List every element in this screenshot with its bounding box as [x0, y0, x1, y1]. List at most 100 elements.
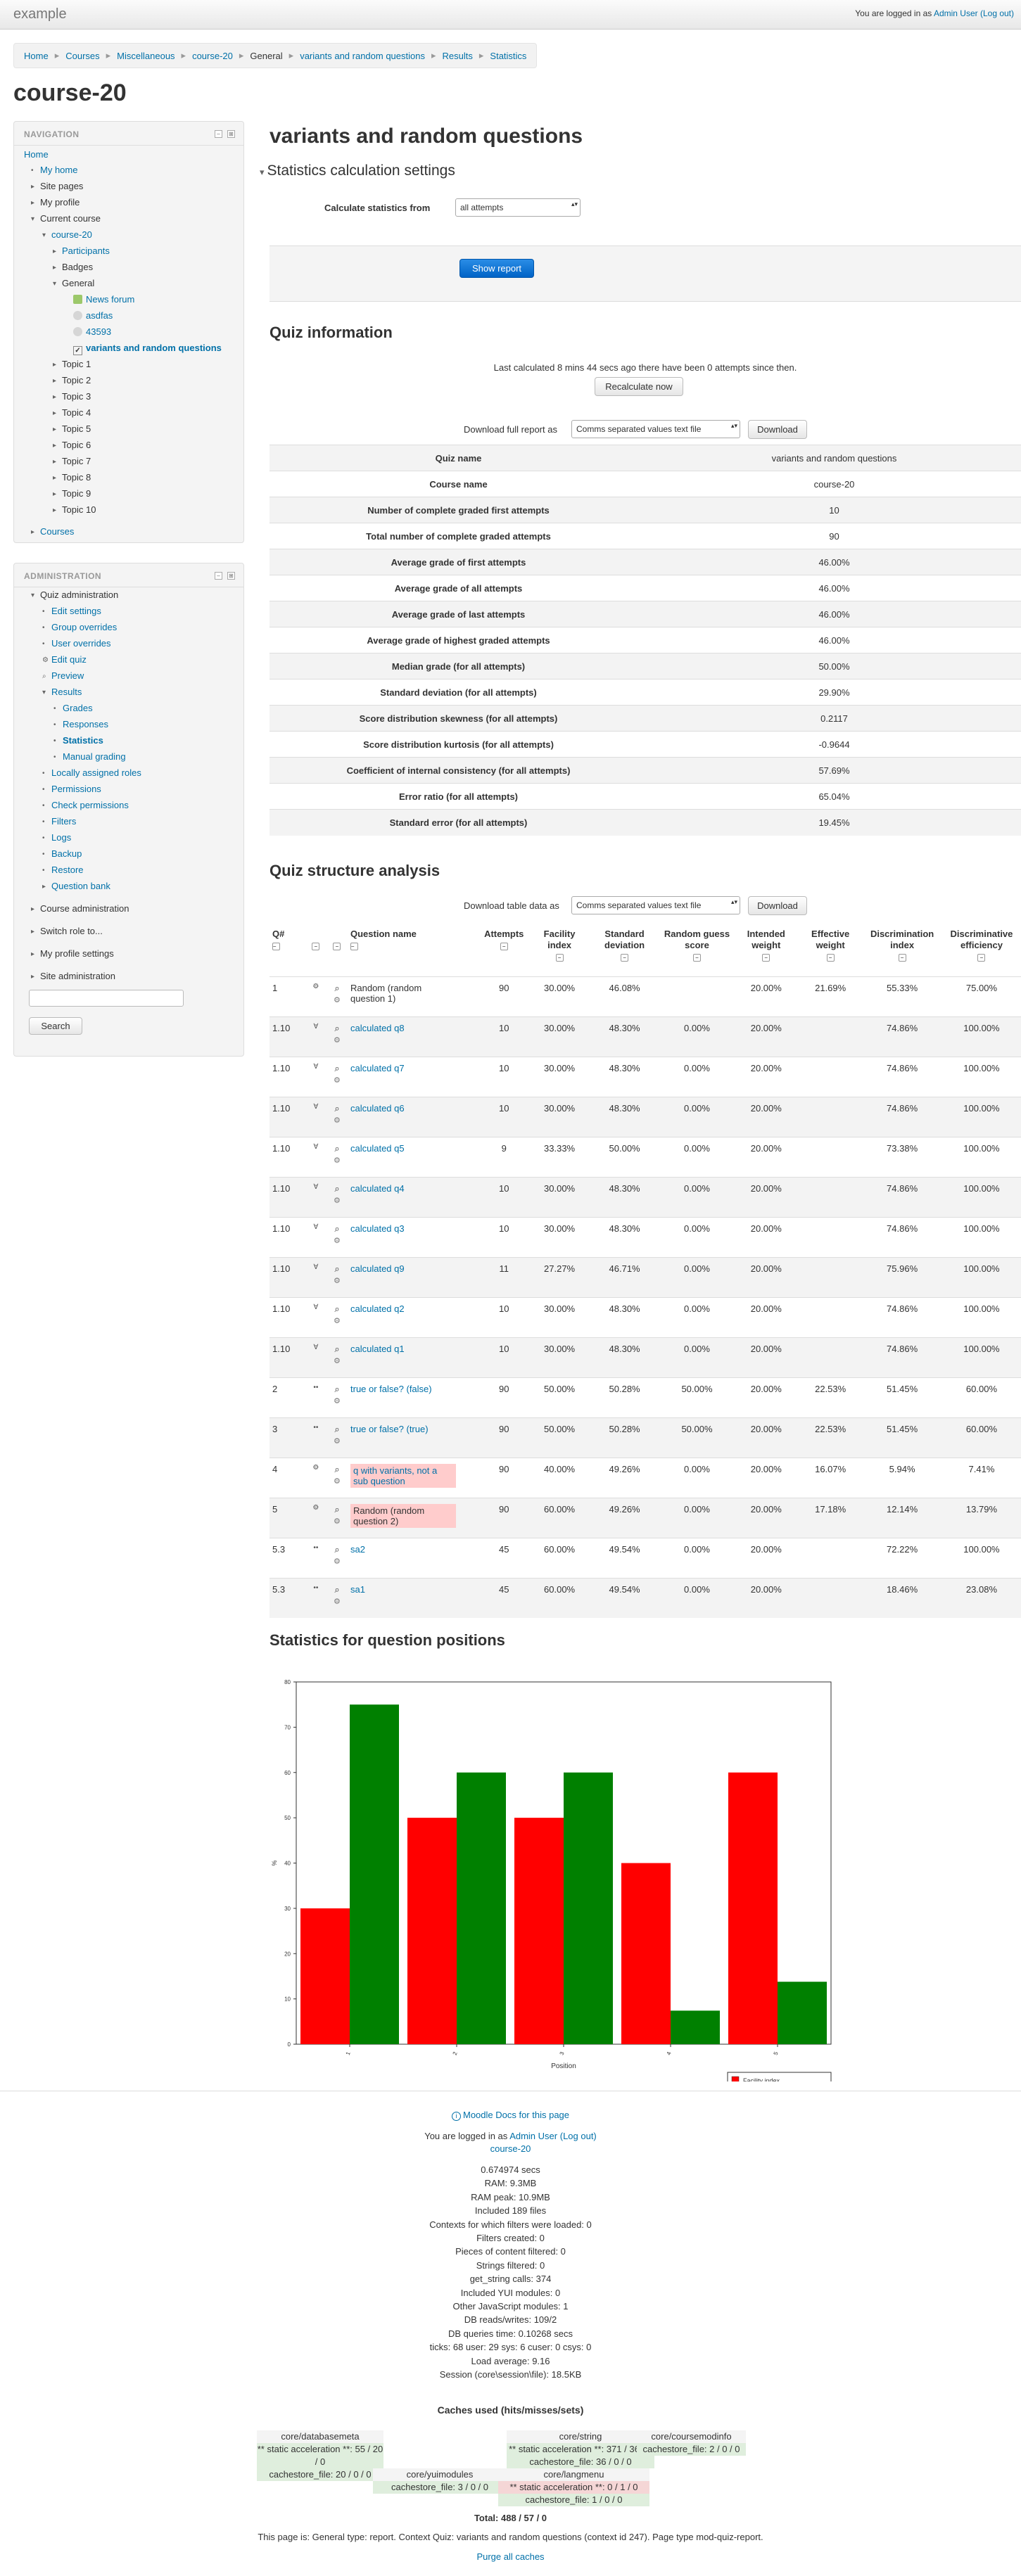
dock-icon[interactable]: –	[215, 572, 222, 580]
nav-topic[interactable]: Topic 6	[62, 440, 91, 450]
admin-switch-role[interactable]: Switch role to...	[40, 926, 103, 936]
question-link[interactable]: true or false? (true)	[350, 1424, 429, 1434]
magnifier-icon[interactable]: ⌕	[334, 1584, 339, 1595]
collapse-icon[interactable]: –	[898, 954, 906, 962]
nav-topic[interactable]: Topic 3	[62, 391, 91, 402]
collapse-icon[interactable]: –	[826, 954, 835, 962]
nav-topic[interactable]: Topic 5	[62, 423, 91, 434]
magnifier-icon[interactable]: ⌕	[334, 1143, 339, 1154]
logout-link[interactable]: (Log out)	[980, 8, 1014, 18]
chevron-down-icon[interactable]: ▾	[31, 215, 34, 223]
collapse-icon[interactable]: –	[977, 954, 986, 962]
magnifier-icon[interactable]: ⌕	[334, 1183, 339, 1194]
question-link[interactable]: calculated q5	[350, 1143, 405, 1154]
col-header[interactable]: Discriminative efficiency –	[942, 926, 1021, 976]
gear-icon[interactable]: ⚙	[334, 1076, 341, 1085]
gear-icon[interactable]: ⚙	[334, 996, 341, 1005]
admin-check-permissions[interactable]: Check permissions	[51, 800, 129, 810]
nav-topic[interactable]: Topic 4	[62, 407, 91, 418]
chevron-right-icon[interactable]: ▸	[53, 426, 56, 433]
chevron-right-icon[interactable]: ▸	[31, 950, 34, 958]
magnifier-icon[interactable]: ⌕	[334, 1223, 339, 1234]
settings-icon[interactable]: ⊞	[227, 572, 235, 580]
chevron-down-icon[interactable]: ▾	[31, 592, 34, 599]
moodle-docs-link[interactable]: Moodle Docs for this page	[463, 2110, 569, 2120]
magnifier-icon[interactable]: ⌕	[334, 1103, 339, 1114]
nav-topic[interactable]: Topic 8	[62, 472, 91, 483]
question-link[interactable]: sa2	[350, 1544, 365, 1555]
gear-icon[interactable]: ⚙	[334, 1517, 341, 1526]
footer-user-link[interactable]: Admin User	[509, 2131, 557, 2141]
collapse-icon[interactable]: –	[500, 943, 508, 950]
nav-my-home[interactable]: My home	[40, 165, 77, 175]
nav-asdfas[interactable]: asdfas	[86, 310, 113, 321]
chevron-right-icon[interactable]: ▸	[53, 361, 56, 369]
question-link[interactable]: calculated q3	[350, 1223, 405, 1234]
chevron-right-icon[interactable]: ▸	[53, 458, 56, 466]
col-q[interactable]: Q# –	[269, 926, 305, 976]
admin-user-overrides[interactable]: User overrides	[51, 638, 111, 649]
breadcrumb-results[interactable]: Results	[443, 51, 473, 61]
chevron-right-icon[interactable]: ▸	[53, 409, 56, 417]
question-link[interactable]: calculated q2	[350, 1303, 405, 1314]
collapse-icon[interactable]: –	[272, 943, 280, 950]
magnifier-icon[interactable]: ⌕	[334, 1504, 339, 1515]
nav-topic[interactable]: Topic 10	[62, 504, 96, 515]
nav-topic[interactable]: Topic 1	[62, 359, 91, 369]
question-link[interactable]: sa1	[350, 1584, 365, 1595]
nav-course[interactable]: course-20	[51, 229, 92, 240]
gear-icon[interactable]: ⚙	[334, 1156, 341, 1165]
admin-responses[interactable]: Responses	[63, 719, 108, 729]
admin-search-button[interactable]: Search	[29, 1017, 82, 1035]
footer-course-link[interactable]: course-20	[490, 2143, 531, 2154]
chevron-right-icon[interactable]: ▸	[53, 442, 56, 449]
nav-topic[interactable]: Topic 7	[62, 456, 91, 466]
gear-icon[interactable]: ⚙	[334, 1237, 341, 1245]
chevron-right-icon[interactable]: ▸	[53, 474, 56, 482]
nav-site-pages[interactable]: Site pages	[40, 181, 83, 191]
collapse-icon[interactable]: –	[333, 943, 341, 950]
col-header[interactable]: Attempts –	[478, 926, 530, 976]
chevron-right-icon[interactable]: ▸	[53, 377, 56, 385]
site-brand[interactable]: example	[13, 6, 67, 23]
question-link[interactable]: calculated q9	[350, 1263, 405, 1274]
download-table-format-select[interactable]: Comms separated values text file	[571, 896, 740, 914]
magnifier-icon[interactable]: ⌕	[334, 1063, 339, 1073]
col-header[interactable]: Facility index –	[530, 926, 588, 976]
gear-icon[interactable]: ⚙	[334, 1437, 341, 1446]
nav-my-profile[interactable]: My profile	[40, 197, 80, 208]
chevron-right-icon[interactable]: ▸	[53, 490, 56, 498]
user-link[interactable]: Admin User	[934, 8, 978, 18]
admin-search-input[interactable]	[29, 990, 184, 1007]
collapse-icon[interactable]: –	[350, 943, 358, 950]
calc-from-select[interactable]: all attempts	[455, 198, 581, 217]
admin-local-roles[interactable]: Locally assigned roles	[51, 767, 141, 778]
question-link[interactable]: calculated q6	[350, 1103, 405, 1114]
collapse-icon[interactable]: –	[621, 954, 629, 962]
chevron-right-icon[interactable]: ▸	[31, 928, 34, 936]
magnifier-icon[interactable]: ⌕	[334, 1464, 339, 1474]
admin-logs[interactable]: Logs	[51, 832, 71, 843]
admin-question-bank[interactable]: Question bank	[51, 881, 110, 891]
breadcrumb-miscellaneous[interactable]: Miscellaneous	[117, 51, 175, 61]
nav-quiz[interactable]: variants and random questions	[86, 343, 222, 353]
download-full-button[interactable]: Download	[748, 420, 807, 439]
collapse-icon[interactable]: –	[555, 954, 564, 962]
col-header[interactable]: Random guess score –	[660, 926, 733, 976]
question-link[interactable]: q with variants, not a sub question	[353, 1465, 437, 1486]
admin-group-overrides[interactable]: Group overrides	[51, 622, 117, 632]
admin-backup[interactable]: Backup	[51, 848, 82, 859]
chevron-right-icon[interactable]: ▸	[31, 973, 34, 981]
magnifier-icon[interactable]: ⌕	[334, 1303, 339, 1314]
nav-43593[interactable]: 43593	[86, 326, 111, 337]
admin-site-admin[interactable]: Site administration	[40, 971, 115, 981]
nav-current-course[interactable]: Current course	[40, 213, 101, 224]
show-report-button[interactable]: Show report	[459, 259, 534, 278]
nav-courses[interactable]: Courses	[40, 526, 74, 537]
question-link[interactable]: calculated q1	[350, 1344, 405, 1354]
chevron-right-icon[interactable]: ▸	[53, 393, 56, 401]
magnifier-icon[interactable]: ⌕	[334, 1263, 339, 1274]
col-header[interactable]: Standard deviation –	[589, 926, 661, 976]
gear-icon[interactable]: ⚙	[334, 1557, 341, 1566]
gear-icon[interactable]: ⚙	[334, 1397, 341, 1405]
